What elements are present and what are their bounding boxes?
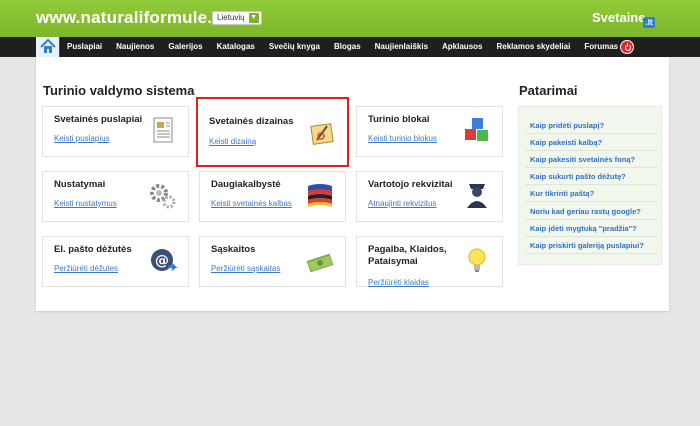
- card-link[interactable]: Keisti turinio blokus: [368, 134, 437, 143]
- card-link[interactable]: Keisti nustatymus: [54, 199, 117, 208]
- tips-title: Patarimai: [519, 83, 578, 98]
- card-title: Svetainės puslapiai: [54, 114, 143, 125]
- tip-divider: [525, 219, 657, 220]
- tip-divider: [525, 133, 657, 134]
- section-title: Turinio valdymo sistema: [43, 83, 195, 98]
- email-icon: @: [151, 249, 178, 271]
- home-button[interactable]: [36, 37, 60, 57]
- tips-box: Kaip pridėti puslapį? Kaip pakeisti kalb…: [518, 106, 662, 265]
- card-title: Daugiakalbystė: [211, 179, 281, 190]
- logout-icon[interactable]: [620, 40, 634, 54]
- nav-items: Puslapiai Naujienos Galerijos Katalogas …: [60, 37, 625, 57]
- nav-item-apklausos[interactable]: Apklausos: [435, 37, 489, 57]
- nav-item-naujienos[interactable]: Naujienos: [109, 37, 161, 57]
- brand-logo: Svetaine.lt: [592, 10, 655, 28]
- money-icon: [306, 253, 334, 273]
- tip-link[interactable]: Kaip pridėti puslapį?: [530, 121, 604, 130]
- tip-link[interactable]: Kaip pakeisti kalbą?: [530, 138, 602, 147]
- card-link[interactable]: Peržiūrėti klaidas: [368, 278, 429, 287]
- tip-divider: [525, 201, 657, 202]
- card-link[interactable]: Peržiūrėti dėžutes: [54, 264, 118, 273]
- svg-text:@: @: [155, 253, 169, 269]
- tip-divider: [525, 236, 657, 237]
- language-select[interactable]: Lietuvių ▼: [212, 11, 262, 25]
- blocks-icon: [465, 118, 488, 141]
- card-pages[interactable]: Svetainės puslapiai Keisti puslapius: [42, 106, 189, 157]
- tip-link[interactable]: Kaip sukurti pašto dėžutę?: [530, 172, 626, 181]
- flags-icon: [308, 184, 332, 207]
- card-link[interactable]: Atnaujinti rekvizitus: [368, 199, 436, 208]
- card-link[interactable]: Keisti dizainą: [209, 137, 256, 146]
- nav-item-galerijos[interactable]: Galerijos: [161, 37, 209, 57]
- card-title: Pagalba, Klaidos, Pataisymai: [368, 244, 447, 267]
- card-invoices[interactable]: Sąskaitos Peržiūrėti sąskaitas: [199, 236, 346, 287]
- card-title: Turinio blokai: [368, 114, 430, 125]
- card-help[interactable]: Pagalba, Klaidos, Pataisymai Peržiūrėti …: [356, 236, 503, 287]
- top-header: www.naturaliformule.lt Lietuvių ▼ Svetai…: [0, 0, 700, 37]
- card-languages[interactable]: Daugiakalbystė Keisti svetainės kalbas: [199, 171, 346, 222]
- brand-badge: .lt: [643, 17, 655, 28]
- tip-divider: [525, 167, 657, 168]
- user-icon: [467, 184, 487, 208]
- card-blocks[interactable]: Turinio blokai Keisti turinio blokus: [356, 106, 503, 157]
- site-url[interactable]: www.naturaliformule.lt: [36, 8, 223, 28]
- tip-link[interactable]: Kaip priskirti galeriją puslapiui?: [530, 241, 644, 250]
- tip-link[interactable]: Kaip pakesiti svetainės foną?: [530, 155, 635, 164]
- chevron-down-icon: ▼: [248, 13, 259, 23]
- nav-item-forumas[interactable]: Forumas: [577, 37, 625, 57]
- card-settings[interactable]: Nustatymai Keisti nustatymus: [42, 171, 189, 222]
- card-title: El. pašto dėžutės: [54, 244, 132, 255]
- card-link[interactable]: Keisti puslapius: [54, 134, 110, 143]
- tip-link[interactable]: Kur tikrinti paštą?: [530, 189, 594, 198]
- card-link[interactable]: Keisti svetainės kalbas: [211, 199, 292, 208]
- main-nav: Puslapiai Naujienos Galerijos Katalogas …: [0, 37, 700, 57]
- tip-link[interactable]: Noriu kad geriau rastų google?: [530, 207, 641, 216]
- card-design[interactable]: Svetainės dizainas Keisti dizainą: [196, 97, 349, 167]
- card-mailboxes[interactable]: El. pašto dėžutės Peržiūrėti dėžutes @: [42, 236, 189, 287]
- nav-item-katalogas[interactable]: Katalogas: [210, 37, 262, 57]
- tip-link[interactable]: Kaip įdėti mygtuką "pradžia"?: [530, 224, 637, 233]
- nav-item-sveciu-knyga[interactable]: Svečių knyga: [262, 37, 327, 57]
- nav-item-reklamos-skydeliai[interactable]: Reklamos skydeliai: [489, 37, 577, 57]
- bulb-icon: [468, 248, 486, 272]
- home-icon: [40, 39, 56, 53]
- card-title: Svetainės dizainas: [209, 116, 294, 127]
- tip-divider: [525, 184, 657, 185]
- tip-divider: [525, 253, 657, 254]
- brand-name: Svetaine: [592, 10, 646, 25]
- gears-icon: [150, 184, 176, 209]
- card-title: Sąskaitos: [211, 244, 256, 255]
- card-title: Nustatymai: [54, 179, 106, 190]
- nav-item-blogas[interactable]: Blogas: [327, 37, 368, 57]
- card-link[interactable]: Peržiūrėti sąskaitas: [211, 264, 280, 273]
- tip-divider: [525, 150, 657, 151]
- nav-item-naujienlaiskis[interactable]: Naujienlaiškis: [368, 37, 435, 57]
- card-user-details[interactable]: Vartotojo rekvizitai Atnaujinti rekvizit…: [356, 171, 503, 222]
- design-icon: [310, 123, 334, 145]
- nav-item-puslapiai[interactable]: Puslapiai: [60, 37, 109, 57]
- pages-icon: [153, 117, 173, 143]
- card-title: Vartotojo rekvizitai: [368, 179, 453, 190]
- language-select-value: Lietuvių: [217, 13, 245, 22]
